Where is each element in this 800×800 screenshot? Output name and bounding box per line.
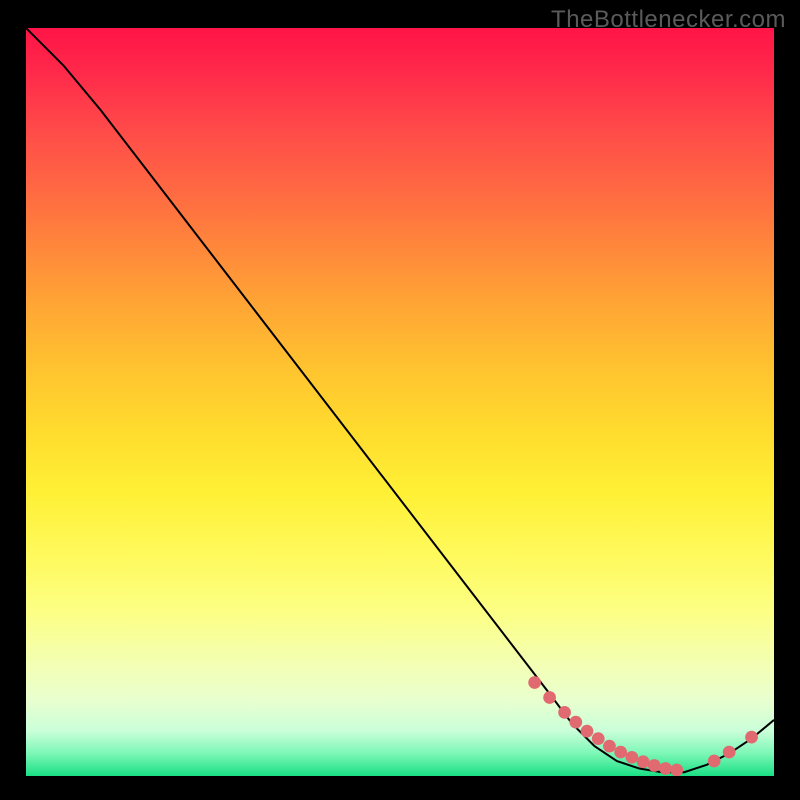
marker-dot: [708, 755, 721, 768]
marker-dot: [614, 746, 627, 759]
marker-dot: [528, 676, 541, 689]
marker-dot: [603, 740, 616, 753]
marker-dot: [592, 732, 605, 745]
marker-dot: [648, 759, 661, 772]
marker-dot: [626, 751, 639, 764]
marker-dot: [637, 755, 650, 768]
bottleneck-curve: [26, 28, 774, 772]
marker-dot: [569, 716, 582, 729]
marker-dot: [558, 706, 571, 719]
marker-dot: [670, 764, 683, 776]
marker-dot: [543, 691, 556, 704]
attribution-text: TheBottlenecker.com: [551, 6, 786, 34]
marker-dot: [745, 731, 758, 744]
highlight-markers: [528, 676, 758, 776]
marker-dot: [659, 762, 672, 775]
plot-area: [26, 28, 774, 776]
marker-dot: [581, 725, 594, 738]
marker-dot: [723, 746, 736, 759]
chart-svg: [26, 28, 774, 776]
chart-frame: TheBottlenecker.com: [0, 0, 800, 800]
